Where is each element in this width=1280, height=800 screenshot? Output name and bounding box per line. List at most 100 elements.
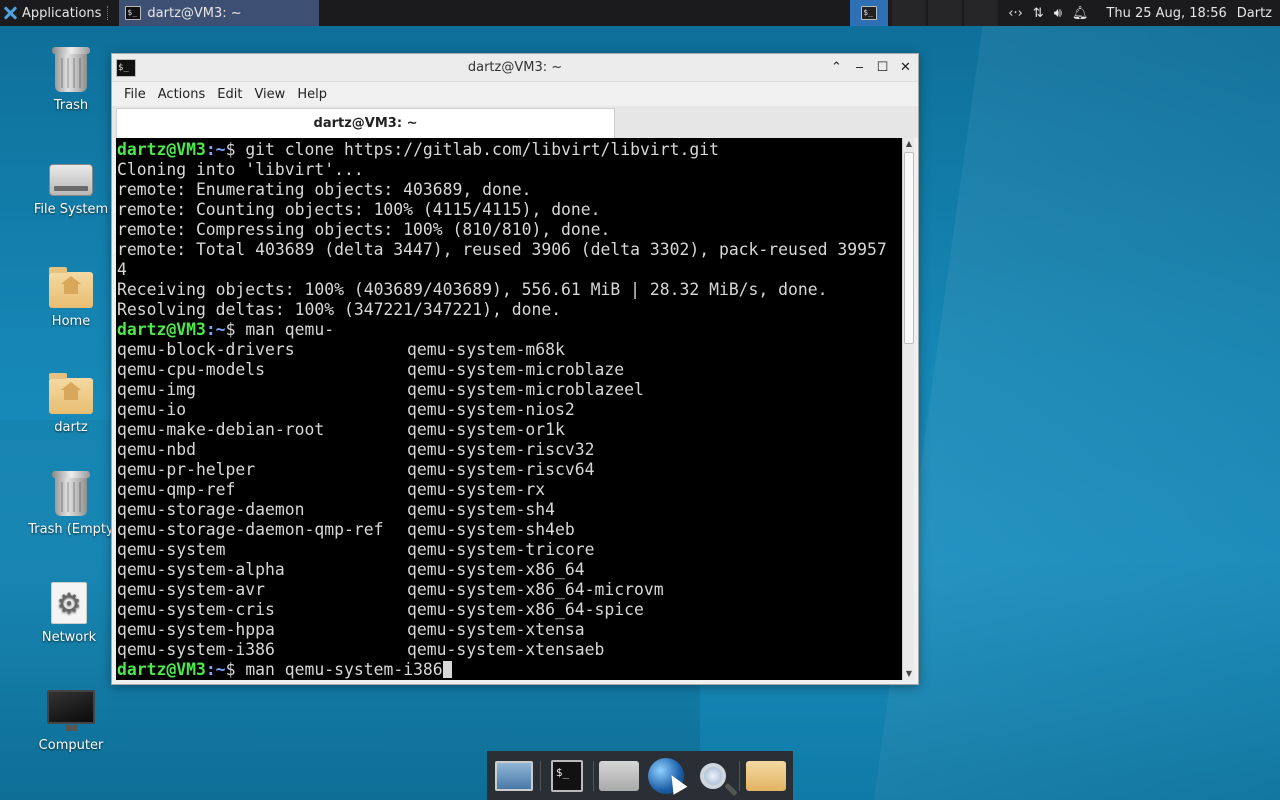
web-browser-icon [648, 757, 688, 795]
bottom-dock: $_ [487, 751, 793, 800]
completion-row: qemu-nbd qemu-system-riscv32 [117, 440, 595, 459]
desktop-icon-computer[interactable]: Computer [16, 684, 126, 753]
workspace-4-button[interactable] [964, 0, 999, 26]
completion-row: qemu-make-debian-root qemu-system-or1k [117, 420, 565, 439]
completion-row: qemu-system qemu-system-tricore [117, 540, 595, 559]
tab-bar: dartz@VM3: ~ [112, 106, 918, 138]
home-folder-icon [49, 267, 93, 308]
terminal-icon: $_ [861, 6, 878, 20]
desktop-icon-label: dartz [54, 420, 88, 435]
mouse-pointer-icon [664, 770, 688, 795]
minimize-button[interactable]: ‒ [853, 60, 866, 75]
terminal-scrollbar[interactable]: ▲ ▼ [902, 138, 914, 680]
desktop-icon-dartz[interactable]: dartz [16, 372, 126, 435]
workspace-1-button[interactable]: $_ [850, 0, 889, 26]
folder-icon [745, 760, 786, 791]
dock-file-manager[interactable] [598, 756, 640, 796]
gear-icon: ⚙ [51, 582, 87, 624]
search-icon [699, 762, 726, 789]
terminal-line: remote: Compressing objects: 100% (810/8… [117, 220, 611, 239]
applications-label: Applications [22, 5, 102, 21]
workspace-2-button[interactable] [892, 0, 927, 26]
completion-row: qemu-block-drivers qemu-system-m68k [117, 340, 565, 359]
menu-help[interactable]: Help [291, 87, 333, 102]
scroll-down-arrow-icon[interactable]: ▼ [903, 668, 915, 680]
system-tray: ‹·› ⇅ 🔊︎ 🔔︎ Thu 25 Aug, 18:56 Dartz [1000, 6, 1280, 21]
terminal-window: $_ dartz@VM3: ~ ⌃ ‒ ☐ ✕ File Actions Edi… [111, 53, 919, 685]
terminal-icon: $_ [550, 759, 583, 792]
desktop-icon-label: Computer [38, 738, 104, 753]
dock-separator [738, 760, 740, 791]
xfce-logo-icon [2, 5, 18, 21]
desktop-icon-label: Network [41, 630, 97, 645]
dock-show-desktop[interactable] [493, 756, 535, 796]
scrollbar-thumb[interactable] [904, 152, 914, 344]
completion-row: qemu-system-hppa qemu-system-xtensa [117, 620, 585, 639]
tab-terminal[interactable]: dartz@VM3: ~ [116, 108, 615, 138]
desktop-icon-file-system[interactable]: File System [16, 156, 126, 217]
desktop-icon-label: Home [51, 314, 91, 329]
dock-web-browser[interactable] [645, 756, 688, 796]
terminal-line: Receiving objects: 100% (403689/403689),… [117, 280, 828, 299]
close-button[interactable]: ✕ [899, 60, 912, 75]
completion-row: qemu-img qemu-system-microblazeel [117, 380, 644, 399]
desktop-icon-label: Trash [53, 98, 89, 113]
volume-icon[interactable]: 🔊︎ [1054, 6, 1062, 21]
menu-file[interactable]: File [118, 87, 152, 102]
terminal-line: dartz@VM3:~$ man qemu- [117, 320, 335, 339]
menubar: File Actions Edit View Help [112, 82, 918, 106]
window-titlebar[interactable]: $_ dartz@VM3: ~ ⌃ ‒ ☐ ✕ [112, 54, 918, 82]
home-folder-icon [49, 373, 93, 414]
terminal-line: 4 [117, 260, 127, 279]
completion-row: qemu-system-i386 qemu-system-xtensaeb [117, 640, 605, 659]
completion-row: qemu-io qemu-system-nios2 [117, 400, 575, 419]
workspace-3-button[interactable] [928, 0, 963, 26]
completion-row: qemu-cpu-models qemu-system-microblaze [117, 360, 625, 379]
user-menu[interactable]: Dartz [1237, 6, 1272, 21]
terminal-input-line[interactable]: dartz@VM3:~$ man qemu-system-i386 [117, 660, 902, 680]
window-title: dartz@VM3: ~ [467, 60, 563, 75]
terminal-line: remote: Total 403689 (delta 3447), reuse… [117, 240, 887, 259]
terminal-line: dartz@VM3:~$ git clone https://gitlab.co… [117, 140, 719, 159]
dock-separator [540, 760, 542, 791]
wallpaper-highlight [873, 0, 1280, 800]
terminal-line: Cloning into 'libvirt'... [117, 160, 364, 179]
menu-actions[interactable]: Actions [152, 87, 212, 102]
panel-separator [107, 6, 111, 20]
trash-icon [52, 47, 90, 92]
completion-row: qemu-storage-daemon qemu-system-sh4 [117, 500, 556, 519]
menu-view[interactable]: View [248, 87, 291, 102]
menu-edit[interactable]: Edit [211, 87, 248, 102]
completion-row: qemu-system-avr qemu-system-x86_64-microv… [117, 580, 664, 599]
desktop-icon-trash[interactable]: Trash [16, 47, 126, 113]
terminal-output[interactable]: dartz@VM3:~$ git clone https://gitlab.co… [116, 138, 902, 680]
text-cursor [442, 661, 452, 678]
shade-window-button[interactable]: ⌃ [830, 60, 843, 75]
taskbar-terminal-label: dartz@VM3: ~ [147, 5, 242, 21]
dock-folder[interactable] [745, 756, 787, 796]
scroll-up-arrow-icon[interactable]: ▲ [903, 138, 915, 150]
completion-row: qemu-system-alpha qemu-system-x86_64 [117, 560, 585, 579]
desktop-icon-trash-empty[interactable]: Trash (Empty [16, 471, 126, 537]
clock[interactable]: Thu 25 Aug, 18:56 [1106, 6, 1226, 21]
completion-row: qemu-storage-daemon-qmp-ref qemu-system-s… [117, 520, 575, 539]
monitor-icon [47, 690, 95, 731]
completion-row: qemu-system-cris qemu-system-x86_64-spice [117, 600, 644, 619]
terminal-line: remote: Counting objects: 100% (4115/411… [117, 200, 601, 219]
terminal-line: remote: Enumerating objects: 403689, don… [117, 180, 532, 199]
dock-separator [592, 760, 594, 791]
completion-row: qemu-pr-helper qemu-system-riscv64 [117, 460, 595, 479]
network-updown-icon[interactable]: ⇅ [1033, 6, 1044, 21]
desktop-icon-network[interactable]: ⚙ Network [14, 578, 124, 645]
terminal-line: Resolving deltas: 100% (347221/347221), … [117, 300, 562, 319]
dock-terminal[interactable]: $_ [546, 756, 588, 796]
taskbar-terminal-button[interactable]: $_ dartz@VM3: ~ [119, 0, 320, 26]
notification-bell-icon[interactable]: 🔔︎ [1072, 6, 1089, 21]
completion-row: qemu-qmp-ref qemu-system-rx [117, 480, 546, 499]
applications-menu-button[interactable]: Applications [0, 0, 115, 26]
dock-app-finder[interactable] [692, 756, 734, 796]
network-arrows-icon[interactable]: ‹·› [1008, 6, 1023, 21]
desktop-icon-label: Trash (Empty [28, 522, 114, 537]
desktop-icon-home[interactable]: Home [16, 266, 126, 329]
maximize-button[interactable]: ☐ [876, 60, 889, 75]
